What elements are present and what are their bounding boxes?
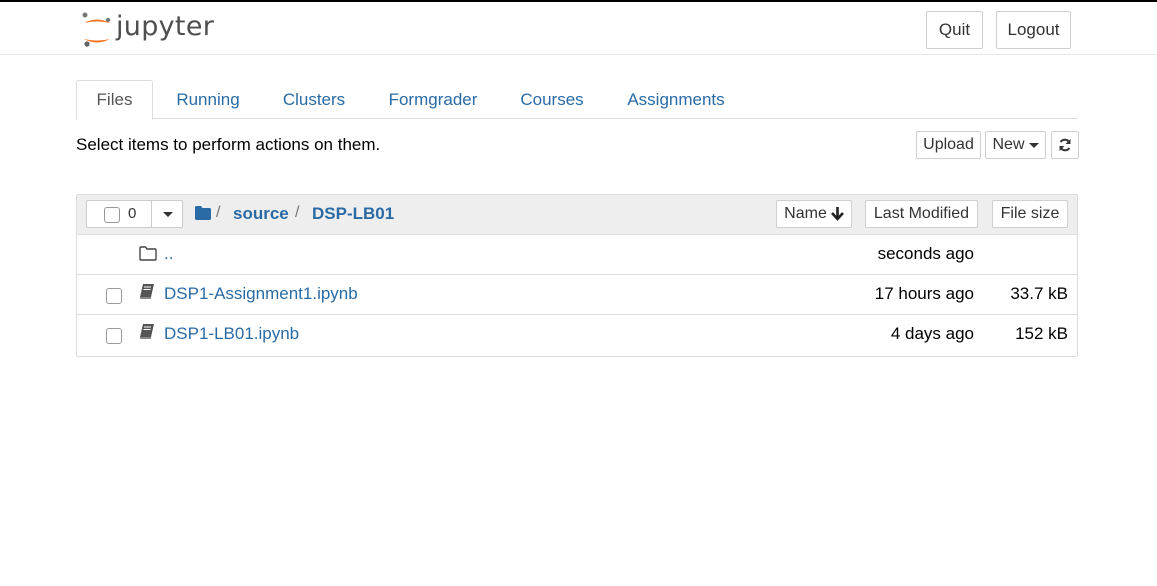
tab-files[interactable]: Files xyxy=(76,80,153,120)
list-item[interactable]: DSP1-LB01.ipynb 4 days ago 152 kB xyxy=(77,315,1077,355)
file-list-header: 0 / source / DSP-LB01 Name Last Modified… xyxy=(77,195,1077,235)
new-dropdown-button[interactable]: New xyxy=(985,131,1046,159)
name-column-label: Name xyxy=(784,205,827,222)
breadcrumb-separator: / xyxy=(295,204,300,221)
notebook-icon xyxy=(139,284,154,299)
upload-button[interactable]: Upload xyxy=(916,131,981,159)
sort-by-file-size-button[interactable]: File size xyxy=(992,200,1068,228)
file-name-link[interactable]: DSP1-Assignment1.ipynb xyxy=(164,284,358,304)
modified-time: seconds ago xyxy=(877,244,974,263)
tab-courses[interactable]: Courses xyxy=(508,80,596,119)
tab-assignments[interactable]: Assignments xyxy=(616,80,736,119)
file-size: 152 kB xyxy=(1015,324,1068,343)
modified-time: 4 days ago xyxy=(890,324,974,343)
selection-hint: Select items to perform actions on them. xyxy=(76,135,381,154)
list-item-parent[interactable]: .. seconds ago xyxy=(77,235,1077,275)
select-all-control: 0 xyxy=(86,200,183,228)
file-size: 33.7 kB xyxy=(1010,284,1068,303)
logo-text: jupyter xyxy=(116,11,215,42)
breadcrumb-item-current[interactable]: DSP-LB01 xyxy=(312,204,394,224)
sort-by-last-modified-button[interactable]: Last Modified xyxy=(865,200,978,228)
parent-directory-link[interactable]: .. xyxy=(164,244,173,264)
header-bar: jupyter Quit Logout xyxy=(0,0,1157,55)
chevron-down-icon xyxy=(162,211,173,217)
sort-by-name-button[interactable]: Name xyxy=(776,200,852,228)
refresh-button[interactable] xyxy=(1051,131,1079,159)
new-button-label: New xyxy=(992,136,1025,153)
jupyter-logo[interactable]: jupyter xyxy=(81,11,221,49)
tab-formgrader[interactable]: Formgrader xyxy=(376,80,490,119)
file-name-link[interactable]: DSP1-LB01.ipynb xyxy=(164,324,299,344)
quit-button[interactable]: Quit xyxy=(926,11,983,49)
notebook-icon xyxy=(139,324,154,339)
main-tabs: Files Running Clusters Formgrader Course… xyxy=(76,80,1078,120)
arrow-down-icon xyxy=(830,207,844,221)
select-dropdown-button[interactable] xyxy=(151,201,183,227)
folder-icon xyxy=(139,246,157,261)
breadcrumb-item-source[interactable]: source xyxy=(233,204,289,224)
jupyter-logo-icon xyxy=(82,12,111,47)
selected-count: 0 xyxy=(128,205,137,222)
folder-home-icon[interactable] xyxy=(195,206,211,220)
list-item[interactable]: DSP1-Assignment1.ipynb 17 hours ago 33.7… xyxy=(77,275,1077,315)
chevron-down-icon xyxy=(1028,142,1039,148)
tab-running[interactable]: Running xyxy=(164,80,252,119)
modified-time: 17 hours ago xyxy=(874,284,974,303)
tab-clusters[interactable]: Clusters xyxy=(270,80,358,119)
select-all-checkbox[interactable] xyxy=(104,207,120,223)
logout-button[interactable]: Logout xyxy=(996,11,1071,49)
file-list: 0 / source / DSP-LB01 Name Last Modified… xyxy=(76,194,1078,357)
refresh-icon xyxy=(1059,138,1071,152)
breadcrumb-separator: / xyxy=(216,204,221,221)
row-checkbox[interactable] xyxy=(106,288,122,304)
row-checkbox[interactable] xyxy=(106,328,122,344)
